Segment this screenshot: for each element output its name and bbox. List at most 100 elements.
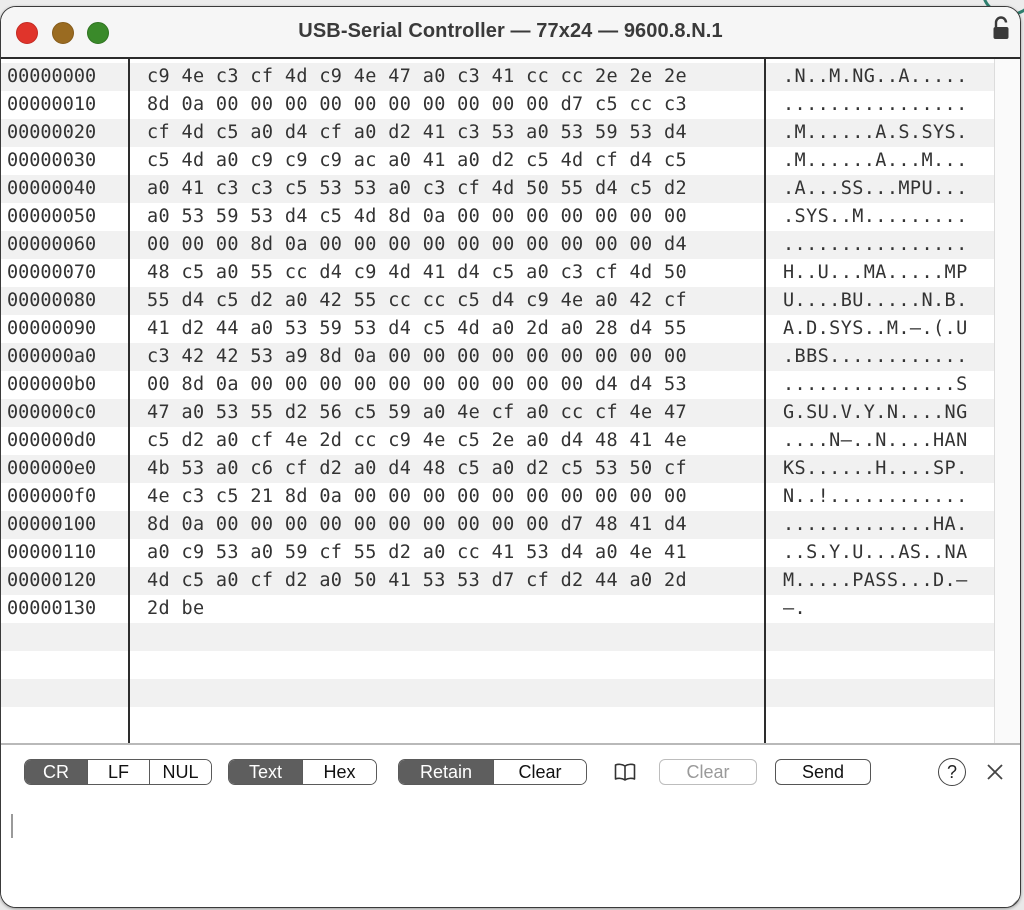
row-address: 00000130 [7,598,97,619]
row-address: 00000090 [7,318,97,339]
hex-dump-row: 000000e0 4b 53 a0 c6 cf d2 a0 d4 48 c5 a0… [1,455,994,483]
unlock-icon[interactable] [992,16,1010,40]
row-ascii-text: ................ [783,94,968,115]
row-hex-bytes: 48 c5 a0 55 cc d4 c9 4d 41 d4 c5 a0 c3 c… [147,262,687,283]
hex-dump-row: 00000000 c9 4e c3 cf 4d c9 4e 47 a0 c3 41… [1,63,994,91]
line-ending-segmented-control: CR LF NUL [24,759,212,785]
line-ending-nul[interactable]: NUL [149,760,211,784]
row-address: 00000100 [7,514,97,535]
hex-dump-view[interactable]: 00000000 c9 4e c3 cf 4d c9 4e 47 a0 c3 41… [1,59,1020,743]
hex-dump-row: 000000d0 c5 d2 a0 cf 4e 2d cc c9 4e c5 2e… [1,427,994,455]
row-address: 00000050 [7,206,97,227]
row-address: 00000000 [7,66,97,87]
address-column-divider [128,59,130,743]
row-ascii-text: .BBS............ [783,346,968,367]
row-hex-bytes: 41 d2 44 a0 53 59 53 d4 c5 4d a0 2d a0 2… [147,318,687,339]
hex-dump-row: 000000a0 c3 42 42 53 a9 8d 0a 00 00 00 00… [1,343,994,371]
row-address: 000000d0 [7,430,97,451]
hex-dump-row: 00000060 00 00 00 8d 0a 00 00 00 00 00 00… [1,231,994,259]
hex-dump-row: 000000c0 47 a0 53 55 d2 56 c5 59 a0 4e cf… [1,399,994,427]
row-ascii-text: ....N–..N....HAN [783,430,968,451]
hex-dump-row [1,679,994,707]
row-address: 00000060 [7,234,97,255]
row-hex-bytes: 4d c5 a0 cf d2 a0 50 41 53 53 d7 cf d2 4… [147,570,687,591]
buffer-mode-clear[interactable]: Clear [492,760,586,784]
row-address: 000000c0 [7,402,97,423]
row-ascii-text: .............HA. [783,514,968,535]
clear-input-button[interactable]: Clear [659,759,757,785]
hex-dump-row: 00000120 4d c5 a0 cf d2 a0 50 41 53 53 d7… [1,567,994,595]
row-hex-bytes: cf 4d c5 a0 d4 cf a0 d2 41 c3 53 a0 53 5… [147,122,687,143]
hex-dump-row: 00000030 c5 4d a0 c9 c9 c9 ac a0 41 a0 d2… [1,147,994,175]
hex-dump-row [1,623,994,651]
row-ascii-text: N..!............ [783,486,968,507]
row-address: 000000e0 [7,458,97,479]
row-ascii-text: .N..M.NG..A..... [783,66,968,87]
row-ascii-text: ................ [783,234,968,255]
row-address: 00000070 [7,262,97,283]
hex-dump-row: 00000040 a0 41 c3 c3 c5 53 53 a0 c3 cf 4d… [1,175,994,203]
send-button[interactable]: Send [775,759,871,785]
close-icon[interactable] [985,762,1005,782]
hex-dump-row: 00000090 41 d2 44 a0 53 59 53 d4 c5 4d a0… [1,315,994,343]
ascii-column-divider [764,59,766,743]
row-address: 00000120 [7,570,97,591]
send-toolbar: CR LF NUL Text Hex Retain Clear Clear Se… [1,743,1020,803]
hex-dump-row: 00000080 55 d4 c5 d2 a0 42 55 cc cc c5 d4… [1,287,994,315]
send-input-area[interactable] [1,801,1020,907]
display-mode-hex[interactable]: Hex [302,760,376,784]
hex-dump-row: 00000020 cf 4d c5 a0 d4 cf a0 d2 41 c3 53… [1,119,994,147]
hex-dump-row [1,651,994,679]
row-hex-bytes: 8d 0a 00 00 00 00 00 00 00 00 00 00 d7 4… [147,514,687,535]
row-address: 00000080 [7,290,97,311]
send-text-input[interactable] [1,801,1020,907]
window-title: USB-Serial Controller — 77x24 — 9600.8.N… [298,20,723,42]
title-bar[interactable]: USB-Serial Controller — 77x24 — 9600.8.N… [1,7,1020,59]
row-hex-bytes: 55 d4 c5 d2 a0 42 55 cc cc c5 d4 c9 4e a… [147,290,687,311]
row-address: 00000110 [7,542,97,563]
row-hex-bytes: a0 41 c3 c3 c5 53 53 a0 c3 cf 4d 50 55 d… [147,178,687,199]
row-hex-bytes: 4b 53 a0 c6 cf d2 a0 d4 48 c5 a0 d2 c5 5… [147,458,687,479]
buffer-mode-retain[interactable]: Retain [399,760,493,784]
hex-dump-row: 00000110 a0 c9 53 a0 59 cf 55 d2 a0 cc 41… [1,539,994,567]
hex-dump-row: 00000070 48 c5 a0 55 cc d4 c9 4d 41 d4 c5… [1,259,994,287]
row-address: 00000040 [7,178,97,199]
row-ascii-text: .M......A...M... [783,150,968,171]
hex-dump-rows: 00000000 c9 4e c3 cf 4d c9 4e 47 a0 c3 41… [1,63,994,735]
buffer-mode-segmented-control: Retain Clear [398,759,587,785]
line-ending-cr[interactable]: CR [25,760,87,784]
book-icon[interactable] [613,762,637,782]
row-ascii-text: U....BU.....N.B. [783,290,968,311]
row-hex-bytes: 4e c3 c5 21 8d 0a 00 00 00 00 00 00 00 0… [147,486,687,507]
hex-dump-row: 00000130 2d be –. [1,595,994,623]
row-ascii-text: KS......H....SP. [783,458,968,479]
help-icon[interactable]: ? [938,758,966,786]
hex-dump-row [1,707,994,735]
row-address: 00000010 [7,94,97,115]
vertical-scrollbar[interactable] [994,59,1020,743]
row-ascii-text: ...............S [783,374,968,395]
row-ascii-text: G.SU.V.Y.N....NG [783,402,968,423]
line-ending-lf[interactable]: LF [87,760,149,784]
hex-dump-row: 00000100 8d 0a 00 00 00 00 00 00 00 00 00… [1,511,994,539]
row-ascii-text: H..U...MA.....MP [783,262,968,283]
row-address: 00000030 [7,150,97,171]
display-mode-text[interactable]: Text [229,760,302,784]
row-ascii-text: .M......A.S.SYS. [783,122,968,143]
hex-dump-row: 000000b0 00 8d 0a 00 00 00 00 00 00 00 00… [1,371,994,399]
display-mode-segmented-control: Text Hex [228,759,377,785]
row-hex-bytes: 2d be [147,598,205,619]
row-ascii-text: A.D.SYS..M.–.(.U [783,318,968,339]
hex-dump-row: 00000050 a0 53 59 53 d4 c5 4d 8d 0a 00 00… [1,203,994,231]
serial-terminal-window: USB-Serial Controller — 77x24 — 9600.8.N… [0,6,1021,908]
hex-dump-row: 00000010 8d 0a 00 00 00 00 00 00 00 00 00… [1,91,994,119]
row-hex-bytes: c5 d2 a0 cf 4e 2d cc c9 4e c5 2e a0 d4 4… [147,430,687,451]
row-hex-bytes: c3 42 42 53 a9 8d 0a 00 00 00 00 00 00 0… [147,346,687,367]
row-ascii-text: .A...SS...MPU... [783,178,968,199]
row-ascii-text: M.....PASS...D.– [783,570,968,591]
row-hex-bytes: 8d 0a 00 00 00 00 00 00 00 00 00 00 d7 c… [147,94,687,115]
row-hex-bytes: 47 a0 53 55 d2 56 c5 59 a0 4e cf a0 cc c… [147,402,687,423]
row-address: 000000b0 [7,374,97,395]
row-hex-bytes: c5 4d a0 c9 c9 c9 ac a0 41 a0 d2 c5 4d c… [147,150,687,171]
row-address: 000000a0 [7,346,97,367]
